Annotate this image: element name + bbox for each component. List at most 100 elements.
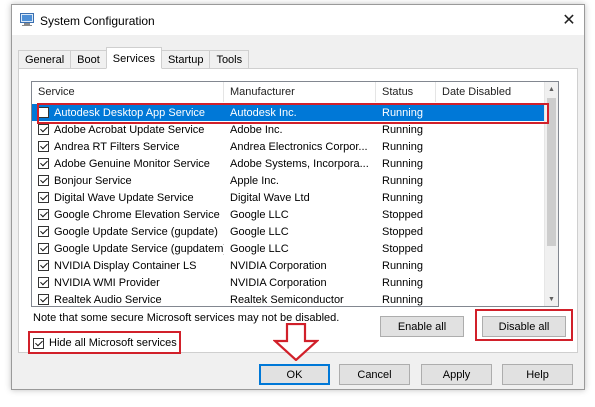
service-manufacturer: Google LLC: [230, 208, 289, 221]
service-status: Running: [382, 191, 423, 204]
service-name: Andrea RT Filters Service: [54, 140, 180, 153]
service-status: Running: [382, 140, 423, 153]
service-checkbox[interactable]: [38, 124, 49, 135]
service-status: Running: [382, 106, 423, 119]
service-checkbox[interactable]: [38, 175, 49, 186]
service-checkbox[interactable]: [38, 209, 49, 220]
service-status: Running: [382, 123, 423, 136]
column-header-date-disabled[interactable]: Date Disabled: [436, 82, 545, 102]
service-manufacturer: Google LLC: [230, 225, 289, 238]
service-row[interactable]: NVIDIA WMI Provider NVIDIA Corporation Run…: [32, 274, 545, 291]
service-manufacturer: Google LLC: [230, 242, 289, 255]
service-name: Google Update Service (gupdatem): [54, 242, 224, 255]
service-name: Realtek Audio Service: [54, 293, 162, 306]
window-title: System Configuration: [40, 14, 155, 28]
service-row[interactable]: NVIDIA Display Container LS NVIDIA Corpor…: [32, 257, 545, 274]
service-checkbox[interactable]: [38, 243, 49, 254]
service-status: Running: [382, 174, 423, 187]
service-checkbox[interactable]: [38, 260, 49, 271]
service-status: Running: [382, 276, 423, 289]
service-row[interactable]: Google Update Service (gupdate) Google LL…: [32, 223, 545, 240]
service-row[interactable]: Autodesk Desktop App Service Autodesk Inc…: [32, 104, 545, 121]
tab-general[interactable]: General: [18, 50, 71, 69]
service-name: Digital Wave Update Service: [54, 191, 194, 204]
apply-button[interactable]: Apply: [421, 364, 492, 385]
service-name-cell: Autodesk Desktop App Service: [32, 107, 224, 119]
close-button[interactable]: ✕: [558, 9, 580, 31]
hide-microsoft-services-checkbox[interactable]: [33, 337, 44, 349]
service-name-cell: NVIDIA Display Container LS: [32, 260, 224, 272]
service-name: Adobe Acrobat Update Service: [54, 123, 205, 136]
msconfig-app-icon: [20, 13, 34, 26]
tab-tools[interactable]: Tools: [209, 50, 250, 69]
service-checkbox[interactable]: [38, 294, 49, 305]
service-manufacturer: Adobe Inc.: [230, 123, 283, 136]
title-bar: System Configuration ✕: [12, 5, 584, 35]
tab-services[interactable]: Services: [105, 47, 162, 69]
service-checkbox[interactable]: [38, 226, 49, 237]
service-name-cell: Bonjour Service: [32, 175, 224, 187]
service-row[interactable]: Adobe Acrobat Update Service Adobe Inc. Ru…: [32, 121, 545, 138]
service-row[interactable]: Adobe Genuine Monitor Service Adobe Syste…: [32, 155, 545, 172]
service-row[interactable]: Google Update Service (gupdatem) Google L…: [32, 240, 545, 257]
services-scrollbar[interactable]: ▲ ▼: [544, 82, 558, 306]
close-icon: ✕: [562, 12, 576, 29]
service-manufacturer: Andrea Electronics Corpor...: [230, 140, 368, 153]
service-status: Running: [382, 157, 423, 170]
service-status: Running: [382, 259, 423, 272]
service-row[interactable]: Andrea RT Filters Service Andrea Electron…: [32, 138, 545, 155]
tab-boot[interactable]: Boot: [70, 50, 106, 69]
service-manufacturer: Realtek Semiconductor: [230, 293, 344, 306]
disable-all-button[interactable]: Disable all: [482, 316, 566, 337]
service-manufacturer: Adobe Systems, Incorpora...: [230, 157, 369, 170]
scroll-thumb[interactable]: [547, 98, 556, 246]
service-name-cell: Google Update Service (gupdatem): [32, 243, 224, 255]
column-header-manufacturer[interactable]: Manufacturer: [224, 82, 376, 102]
service-manufacturer: Digital Wave Ltd: [230, 191, 310, 204]
service-name: Adobe Genuine Monitor Service: [54, 157, 210, 170]
service-name-cell: Google Chrome Elevation Service: [32, 209, 224, 221]
service-name: Autodesk Desktop App Service: [54, 106, 206, 119]
service-name-cell: Digital Wave Update Service: [32, 192, 224, 204]
scroll-up-icon[interactable]: ▲: [545, 82, 558, 96]
service-manufacturer: Autodesk Inc.: [230, 106, 297, 119]
tab-startup[interactable]: Startup: [161, 50, 210, 69]
service-name: NVIDIA Display Container LS: [54, 259, 197, 272]
service-checkbox[interactable]: [38, 107, 49, 118]
service-checkbox[interactable]: [38, 277, 49, 288]
tab-strip: General Boot Services Startup Tools: [18, 47, 250, 69]
service-name: Google Chrome Elevation Service: [54, 208, 220, 221]
service-row[interactable]: Realtek Audio Service Realtek Semiconduct…: [32, 291, 545, 306]
service-name-cell: NVIDIA WMI Provider: [32, 277, 224, 289]
service-status: Stopped: [382, 225, 423, 238]
service-name-cell: Realtek Audio Service: [32, 294, 224, 306]
service-name: Bonjour Service: [54, 174, 132, 187]
cancel-button[interactable]: Cancel: [339, 364, 410, 385]
enable-all-button[interactable]: Enable all: [380, 316, 464, 337]
services-list-header: Service Manufacturer Status Date Disable…: [32, 82, 545, 102]
ok-button[interactable]: OK: [259, 364, 330, 385]
service-row[interactable]: Google Chrome Elevation Service Google LL…: [32, 206, 545, 223]
help-button[interactable]: Help: [502, 364, 573, 385]
service-name-cell: Google Update Service (gupdate): [32, 226, 224, 238]
service-manufacturer: NVIDIA Corporation: [230, 276, 327, 289]
services-panel: Service Manufacturer Status Date Disable…: [18, 68, 578, 354]
service-status: Running: [382, 293, 423, 306]
hide-microsoft-services[interactable]: Hide all Microsoft services: [33, 337, 177, 349]
service-checkbox[interactable]: [38, 141, 49, 152]
service-status: Stopped: [382, 208, 423, 221]
service-name-cell: Adobe Genuine Monitor Service: [32, 158, 224, 170]
service-name-cell: Adobe Acrobat Update Service: [32, 124, 224, 136]
column-header-status[interactable]: Status: [376, 82, 436, 102]
scroll-down-icon[interactable]: ▼: [545, 292, 558, 306]
service-manufacturer: Apple Inc.: [230, 174, 279, 187]
services-list[interactable]: Service Manufacturer Status Date Disable…: [31, 81, 559, 307]
service-row[interactable]: Bonjour Service Apple Inc. Running: [32, 172, 545, 189]
service-manufacturer: NVIDIA Corporation: [230, 259, 327, 272]
service-checkbox[interactable]: [38, 192, 49, 203]
service-status: Stopped: [382, 242, 423, 255]
service-checkbox[interactable]: [38, 158, 49, 169]
services-rows: Autodesk Desktop App Service Autodesk Inc…: [32, 104, 545, 306]
service-row[interactable]: Digital Wave Update Service Digital Wave …: [32, 189, 545, 206]
column-header-service[interactable]: Service: [32, 82, 224, 102]
